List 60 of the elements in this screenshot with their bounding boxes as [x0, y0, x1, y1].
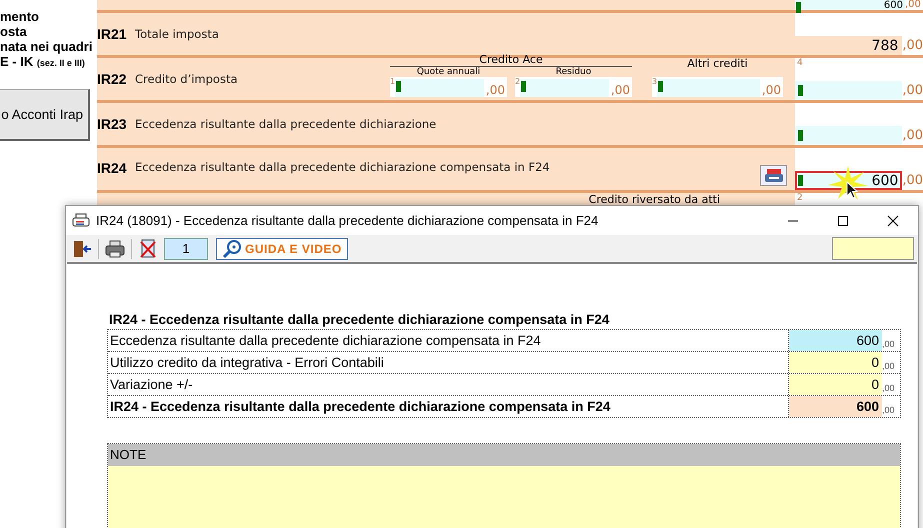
amount-field[interactable]: 788	[795, 36, 902, 55]
amount-field[interactable]	[657, 79, 760, 97]
notes-field[interactable]	[108, 466, 900, 528]
decimal-suffix: ,00	[902, 172, 923, 190]
close-icon	[887, 214, 899, 226]
amount-field[interactable]	[795, 126, 902, 145]
decimal-suffix: ,00	[882, 404, 896, 417]
row-label: Eccedenza risultante dalla precedente dichiarazione	[135, 117, 436, 131]
decimal-suffix: ,00	[902, 82, 923, 100]
row-code: IR24	[97, 160, 128, 176]
amount-field[interactable]: 0	[789, 352, 882, 373]
decimal-suffix: ,00	[902, 37, 923, 55]
decimal-suffix: ,00	[610, 83, 631, 97]
section-label: osta	[0, 24, 28, 39]
window-title: IR24 (18091) - Eccedenza risultante dalla precedente dichiarazione compensata in F24	[96, 213, 598, 228]
door-arrow-icon	[72, 238, 92, 258]
decimal-suffix: ,00	[882, 338, 896, 351]
cursor-icon	[846, 181, 858, 199]
row-code: IR22	[97, 71, 128, 87]
printer-icon	[764, 168, 784, 184]
delete-icon	[139, 238, 157, 258]
amount-field[interactable]: 600	[789, 330, 882, 351]
field-number: 2	[515, 77, 520, 86]
amount-field[interactable]	[520, 79, 609, 97]
field-number: 3	[652, 77, 658, 86]
decimal-suffix: ,00	[882, 360, 896, 373]
page-number: 1	[164, 238, 208, 260]
field-number: 4	[796, 58, 804, 69]
field-caption: Altri crediti	[686, 57, 749, 71]
field-number: 2	[796, 193, 804, 204]
amount-field[interactable]	[795, 81, 902, 100]
field-number: 1	[390, 77, 396, 86]
section-label: nata nei quadri	[0, 39, 94, 54]
amount-field[interactable]: 0	[789, 374, 882, 395]
row-label: Totale imposta	[135, 27, 219, 41]
amount-field[interactable]: 600	[795, 0, 905, 10]
field-caption: Residuo	[554, 67, 592, 77]
field-caption: Quote annuali	[416, 67, 482, 77]
group-title: Credito Ace	[390, 53, 632, 67]
field-caption: Credito riversato da atti	[588, 193, 720, 206]
maximize-icon	[837, 214, 849, 226]
acconti-button[interactable]: o Acconti Irap	[0, 89, 90, 141]
decimal-suffix: ,00	[760, 83, 782, 97]
row-label: Eccedenza risultante dalla precedente dichiarazione compensata in F24	[135, 160, 550, 174]
decimal-suffix: ,00	[902, 127, 923, 145]
section-heading: IR24 - Eccedenza risultante dalla precedente dichiarazione compensata in F24	[109, 312, 610, 327]
decimal-suffix: ,00	[484, 83, 506, 97]
printer-icon	[105, 240, 125, 258]
section-label: E - IK (sez. II e III)	[0, 54, 86, 71]
row-code: IR21	[97, 26, 128, 42]
amount-field: 600	[789, 396, 882, 417]
notes-header: NOTE	[108, 444, 900, 466]
row-label: Credito d’imposta	[135, 72, 239, 86]
calculator-button[interactable]	[760, 165, 787, 186]
section-label: mento	[0, 9, 40, 24]
search-icon	[222, 238, 242, 258]
printer-icon	[72, 212, 90, 228]
row-code: IR23	[97, 116, 128, 132]
amount-field[interactable]	[395, 79, 484, 97]
decimal-suffix: ,00	[882, 382, 896, 395]
